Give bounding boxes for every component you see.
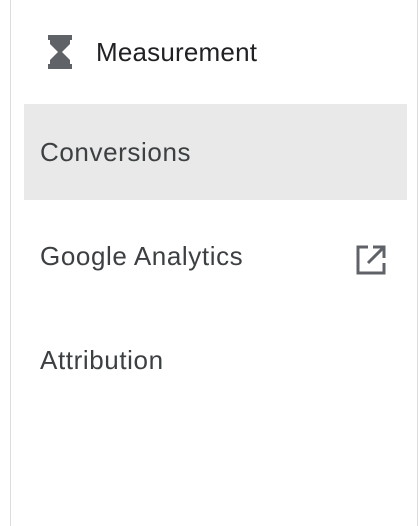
nav-item-label: Google Analytics xyxy=(40,241,244,271)
hourglass-icon xyxy=(47,35,73,69)
nav-item-label: Conversions xyxy=(40,137,192,167)
nav-item-conversions[interactable]: Conversions xyxy=(24,104,407,200)
nav-item-attribution[interactable]: Attribution xyxy=(24,312,407,408)
section-title: Measurement xyxy=(96,37,258,67)
navigation-panel: Measurement Conversions Google Analytics… xyxy=(10,0,418,526)
open-in-new-icon xyxy=(355,244,387,276)
section-header: Measurement xyxy=(11,0,417,104)
nav-item-google-analytics[interactable]: Google Analytics xyxy=(24,208,407,304)
nav-item-label: Attribution xyxy=(40,345,164,375)
